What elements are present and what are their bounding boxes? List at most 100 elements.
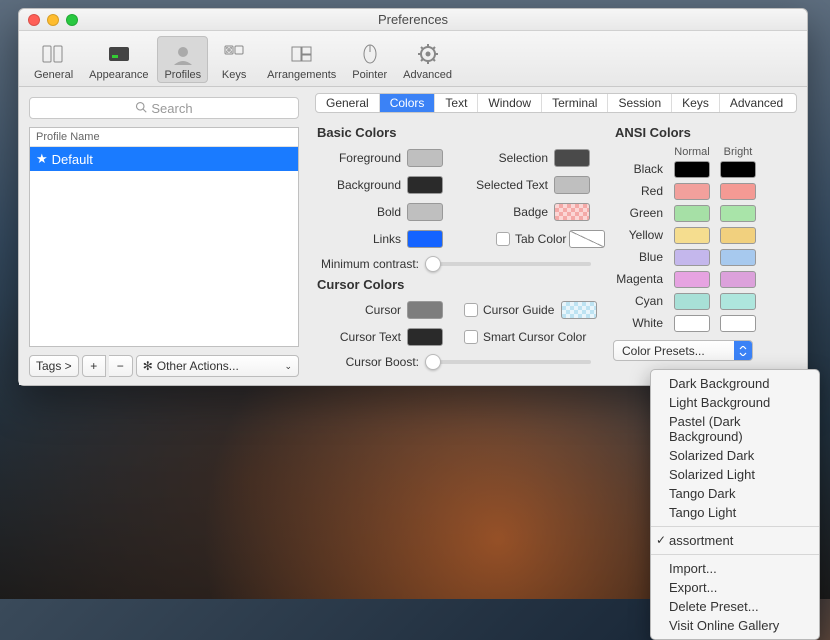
selection-swatch[interactable] <box>554 149 590 167</box>
background-swatch[interactable] <box>407 176 443 194</box>
tab-color-swatch[interactable] <box>569 230 605 248</box>
ansi-green-bright-swatch[interactable] <box>720 205 756 222</box>
ansi-label: Blue <box>613 250 669 264</box>
smart-cursor-label: Smart Cursor Color <box>483 330 586 344</box>
other-actions-menu[interactable]: ✻ Other Actions... ⌄ <box>136 355 299 377</box>
profiles-icon <box>168 40 198 68</box>
keys-icon: ⌘ <box>219 40 249 68</box>
tab-keys[interactable]: Keys <box>672 94 720 112</box>
remove-profile-button[interactable]: − <box>109 355 133 377</box>
background-label: Background <box>315 178 407 192</box>
profile-list[interactable]: Profile Name ★ Default <box>29 127 299 347</box>
preset-action-visit-online-gallery[interactable]: Visit Online Gallery <box>651 616 819 635</box>
cursor-guide-checkbox[interactable] <box>464 303 478 317</box>
links-label: Links <box>315 232 407 246</box>
toolbar-keys[interactable]: ⌘Keys <box>210 36 258 83</box>
bold-label: Bold <box>315 205 407 219</box>
sidebar: Search Profile Name ★ Default Tags > + −… <box>19 87 309 385</box>
pointer-icon <box>355 40 385 68</box>
cursor-boost-slider[interactable] <box>425 360 591 364</box>
ansi-red-normal-swatch[interactable] <box>674 183 710 200</box>
ansi-blue-bright-swatch[interactable] <box>720 249 756 266</box>
color-presets-select[interactable]: Color Presets... <box>613 340 753 361</box>
ansi-red-bright-swatch[interactable] <box>720 183 756 200</box>
chevron-down-icon: ⌄ <box>284 361 292 372</box>
cursor-label: Cursor <box>315 303 407 317</box>
cursor-text-swatch[interactable] <box>407 328 443 346</box>
ansi-white-bright-swatch[interactable] <box>720 315 756 332</box>
tab-terminal[interactable]: Terminal <box>542 94 608 112</box>
tab-text[interactable]: Text <box>435 94 478 112</box>
ansi-cyan-bright-swatch[interactable] <box>720 293 756 310</box>
ansi-blue-normal-swatch[interactable] <box>674 249 710 266</box>
toolbar-profiles[interactable]: Profiles <box>157 36 208 83</box>
badge-label: Badge <box>458 205 554 219</box>
ansi-black-normal-swatch[interactable] <box>674 161 710 178</box>
preferences-toolbar: General Appearance Profiles⌘Keys Arrangemen… <box>19 31 807 87</box>
preset-light-background[interactable]: Light Background <box>651 393 819 412</box>
toolbar-pointer[interactable]: Pointer <box>345 36 394 83</box>
tab-color-checkbox[interactable] <box>496 232 510 246</box>
ansi-black-bright-swatch[interactable] <box>720 161 756 178</box>
cursor-swatch[interactable] <box>407 301 443 319</box>
selection-label: Selection <box>458 151 554 165</box>
preset-tango-light[interactable]: Tango Light <box>651 503 819 522</box>
ansi-yellow-bright-swatch[interactable] <box>720 227 756 244</box>
ansi-cyan-normal-swatch[interactable] <box>674 293 710 310</box>
selected-text-swatch[interactable] <box>554 176 590 194</box>
ansi-green-normal-swatch[interactable] <box>674 205 710 222</box>
preset-pastel-dark-background-[interactable]: Pastel (Dark Background) <box>651 412 819 446</box>
ansi-yellow-normal-swatch[interactable] <box>674 227 710 244</box>
foreground-swatch[interactable] <box>407 149 443 167</box>
preset-action-export-[interactable]: Export... <box>651 578 819 597</box>
cursor-guide-swatch[interactable] <box>561 301 597 319</box>
check-icon: ✓ <box>656 533 666 547</box>
min-contrast-label: Minimum contrast: <box>315 257 425 271</box>
ansi-label: Green <box>613 206 669 220</box>
toolbar-arrangements[interactable]: Arrangements <box>260 36 343 83</box>
titlebar[interactable]: Preferences <box>19 9 807 31</box>
toolbar-label: Appearance <box>89 69 148 81</box>
ansi-row-magenta: Magenta <box>613 268 797 290</box>
toolbar-general[interactable]: General <box>27 36 80 83</box>
tab-session[interactable]: Session <box>608 94 672 112</box>
preset-solarized-dark[interactable]: Solarized Dark <box>651 446 819 465</box>
smart-cursor-checkbox[interactable] <box>464 330 478 344</box>
color-presets-dropdown: Dark BackgroundLight BackgroundPastel (D… <box>650 369 820 640</box>
tab-colors[interactable]: Colors <box>380 94 436 112</box>
tab-general[interactable]: General <box>316 94 380 112</box>
bold-swatch[interactable] <box>407 203 443 221</box>
ansi-row-blue: Blue <box>613 246 797 268</box>
ansi-white-normal-swatch[interactable] <box>674 315 710 332</box>
preset-tango-dark[interactable]: Tango Dark <box>651 484 819 503</box>
basic-colors-title: Basic Colors <box>317 125 605 140</box>
links-swatch[interactable] <box>407 230 443 248</box>
tab-window[interactable]: Window <box>478 94 542 112</box>
toolbar-label: Advanced <box>403 69 452 81</box>
toolbar-label: General <box>34 69 73 81</box>
ansi-row-red: Red <box>613 180 797 202</box>
ansi-label: White <box>613 316 669 330</box>
ansi-row-white: White <box>613 312 797 334</box>
ansi-magenta-normal-swatch[interactable] <box>674 271 710 288</box>
ansi-row-green: Green <box>613 202 797 224</box>
tags-button[interactable]: Tags > <box>29 355 79 377</box>
preset-action-delete-preset-[interactable]: Delete Preset... <box>651 597 819 616</box>
toolbar-appearance[interactable]: Appearance <box>82 36 155 83</box>
ansi-label: Yellow <box>613 228 669 242</box>
preset-checked[interactable]: ✓assortment <box>651 531 819 550</box>
foreground-label: Foreground <box>315 151 407 165</box>
toolbar-label: Arrangements <box>267 69 336 81</box>
toolbar-advanced[interactable]: Advanced <box>396 36 459 83</box>
preset-action-import-[interactable]: Import... <box>651 559 819 578</box>
preset-solarized-light[interactable]: Solarized Light <box>651 465 819 484</box>
preset-dark-background[interactable]: Dark Background <box>651 374 819 393</box>
add-profile-button[interactable]: + <box>82 355 106 377</box>
search-input[interactable]: Search <box>29 97 299 119</box>
ansi-magenta-bright-swatch[interactable] <box>720 271 756 288</box>
profile-row-default[interactable]: ★ Default <box>30 147 298 171</box>
tab-advanced[interactable]: Advanced <box>720 94 793 112</box>
badge-swatch[interactable] <box>554 203 590 221</box>
min-contrast-slider[interactable] <box>425 262 591 266</box>
ansi-label: Magenta <box>613 272 669 286</box>
